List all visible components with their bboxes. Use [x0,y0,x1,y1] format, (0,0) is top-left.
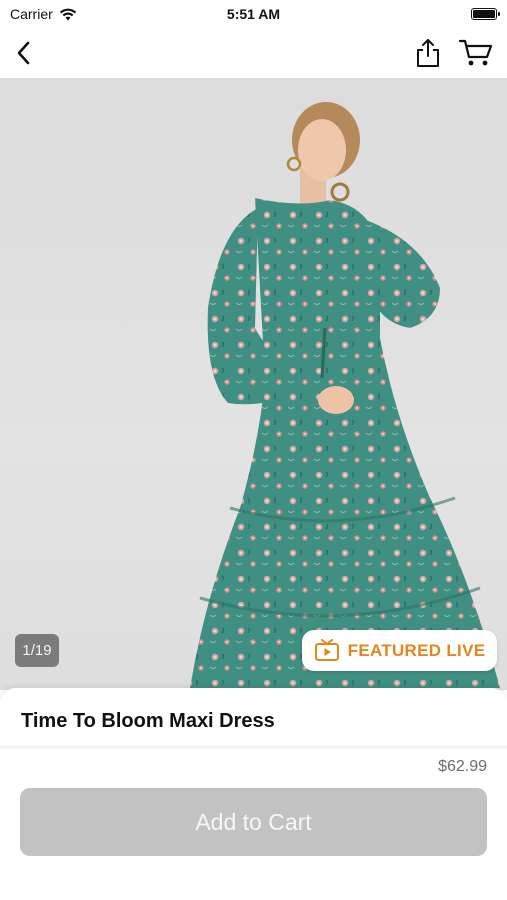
chevron-left-icon [17,41,30,65]
model-photo [190,102,500,688]
cart-icon [459,39,493,66]
image-counter: 1/19 [15,634,59,667]
status-left: Carrier [10,6,77,22]
add-to-cart-button[interactable]: Add to Cart [20,788,487,856]
product-info-sheet: Time To Bloom Maxi Dress $62.99 Add to C… [0,688,507,900]
product-price: $62.99 [438,758,487,775]
back-button[interactable] [14,40,34,66]
product-title: Time To Bloom Maxi Dress [21,710,275,732]
status-time: 5:51 AM [226,6,281,22]
tv-play-icon [314,638,340,663]
carrier-label: Carrier [10,6,53,22]
cart-button[interactable] [459,38,493,68]
status-bar: Carrier 5:51 AM [0,0,507,28]
battery-icon [471,8,500,20]
nav-actions [415,38,493,68]
featured-live-label: FEATURED LIVE [347,640,486,660]
wifi-icon [59,8,77,21]
share-icon [417,39,439,67]
featured-live-badge[interactable]: FEATURED LIVE [302,630,497,671]
product-image[interactable] [0,78,507,690]
share-button[interactable] [415,38,441,68]
nav-bar [0,28,507,78]
divider [0,746,507,750]
